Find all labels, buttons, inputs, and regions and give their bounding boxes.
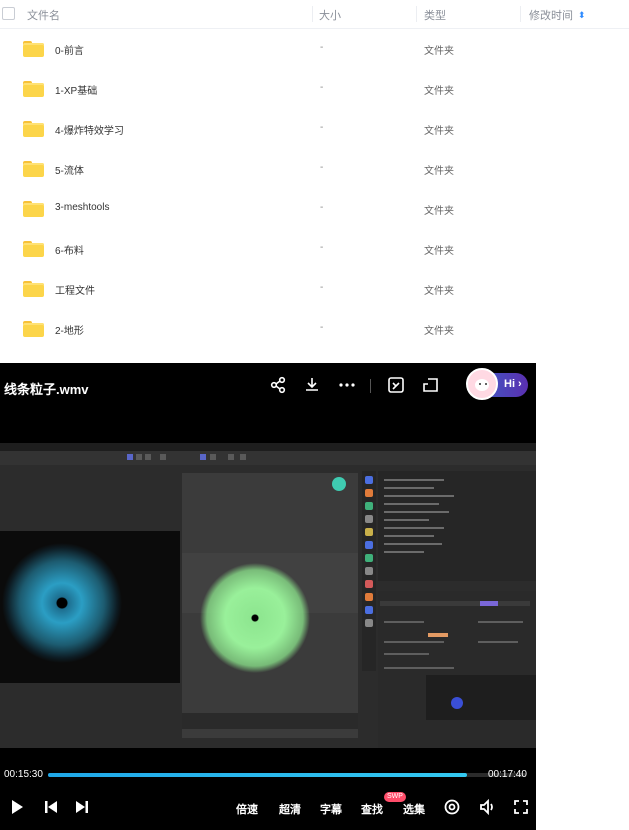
folder-icon — [23, 281, 44, 297]
file-list: 文件名 大小 类型 修改时间 ⬍ 0-前言 - 文件夹 1-XP基础 - 文件夹 … — [0, 0, 629, 360]
more-icon[interactable] — [337, 375, 357, 395]
folder-icon — [23, 121, 44, 137]
screenshot-icon[interactable] — [386, 375, 406, 395]
particle-burst-blue — [2, 543, 122, 663]
column-divider — [312, 6, 313, 22]
total-time: 00:17:40 — [488, 769, 527, 780]
folder-icon — [23, 241, 44, 257]
file-type: 文件夹 — [424, 86, 454, 97]
pip-icon[interactable] — [421, 375, 441, 395]
file-name[interactable]: 1-XP基础 — [55, 82, 97, 97]
app-menubar — [0, 443, 536, 451]
particle-burst-green — [200, 563, 310, 673]
file-row[interactable]: 4-爆炸特效学习 - 文件夹 — [0, 109, 629, 149]
file-type: 文件夹 — [424, 286, 454, 297]
column-modified[interactable]: 修改时间 ⬍ — [529, 7, 586, 23]
folder-icon — [23, 161, 44, 177]
file-row[interactable]: 6-布料 - 文件夹 — [0, 229, 629, 269]
share-icon[interactable] — [268, 375, 288, 395]
video-frame[interactable] — [0, 443, 536, 748]
download-icon[interactable] — [302, 375, 322, 395]
column-divider — [416, 6, 417, 22]
play-icon[interactable] — [8, 798, 26, 816]
file-name[interactable]: 5-流体 — [55, 162, 84, 177]
column-type[interactable]: 类型 — [424, 7, 446, 23]
file-row[interactable]: 1-XP基础 - 文件夹 — [0, 69, 629, 109]
file-size: - — [320, 242, 324, 253]
file-list-header: 文件名 大小 类型 修改时间 ⬍ — [0, 0, 629, 29]
attribute-manager — [378, 591, 536, 748]
file-size: - — [320, 282, 324, 293]
next-icon[interactable] — [73, 798, 91, 816]
file-name[interactable]: 0-前言 — [55, 42, 84, 57]
subtitle-button[interactable]: 字幕 — [320, 801, 342, 817]
file-type: 文件夹 — [424, 326, 454, 337]
file-name[interactable]: 6-布料 — [55, 242, 84, 257]
toolbar-divider — [370, 379, 371, 393]
fullscreen-icon[interactable] — [512, 798, 530, 816]
file-name[interactable]: 2-地形 — [55, 322, 84, 337]
quality-button[interactable]: 超清 — [279, 801, 301, 817]
progress-fill — [48, 773, 468, 777]
previous-icon[interactable] — [42, 798, 60, 816]
folder-icon — [23, 81, 44, 97]
app-toolbar — [0, 451, 536, 465]
object-manager — [378, 471, 536, 581]
file-row[interactable]: 3-meshtools - 文件夹 — [0, 189, 629, 229]
column-divider — [520, 6, 521, 22]
file-type: 文件夹 — [424, 246, 454, 257]
file-name[interactable]: 工程文件 — [55, 282, 95, 297]
file-size: - — [320, 122, 324, 133]
file-size: - — [320, 162, 324, 173]
app-side-icons — [362, 471, 376, 671]
file-type: 文件夹 — [424, 46, 454, 57]
sort-icon[interactable]: ⬍ — [578, 10, 586, 21]
progress-bar[interactable] — [48, 773, 526, 777]
file-name[interactable]: 4-爆炸特效学习 — [55, 122, 124, 137]
hi-label: Hi › — [504, 378, 522, 390]
folder-icon — [23, 321, 44, 337]
video-player: 线条粒子.wmv Hi › 00:15:30 00:17:40 倍速 超清 字幕… — [0, 363, 536, 830]
select-all-checkbox[interactable] — [2, 7, 15, 20]
file-row[interactable]: 工程文件 - 文件夹 — [0, 269, 629, 309]
folder-icon — [23, 201, 44, 217]
column-size[interactable]: 大小 — [319, 7, 341, 23]
file-row[interactable]: 2-地形 - 文件夹 — [0, 309, 629, 349]
file-type: 文件夹 — [424, 206, 454, 217]
folder-icon — [23, 41, 44, 57]
file-name[interactable]: 3-meshtools — [55, 202, 109, 213]
episodes-button[interactable]: 选集 — [403, 801, 425, 817]
search-button[interactable]: 查找 — [361, 801, 383, 817]
file-size: - — [320, 322, 324, 333]
volume-icon[interactable] — [478, 798, 496, 816]
file-row[interactable]: 0-前言 - 文件夹 — [0, 29, 629, 69]
app-timeline — [182, 713, 358, 729]
column-name[interactable]: 文件名 — [27, 7, 60, 23]
lock-focus-icon[interactable] — [443, 798, 461, 816]
file-type: 文件夹 — [424, 126, 454, 137]
file-size: - — [320, 202, 324, 213]
teal-sphere — [332, 477, 346, 491]
file-size: - — [320, 82, 324, 93]
file-type: 文件夹 — [424, 166, 454, 177]
assistant-avatar[interactable] — [466, 368, 498, 400]
speed-button[interactable]: 倍速 — [236, 801, 258, 817]
current-time: 00:15:30 — [4, 769, 43, 780]
file-size: - — [320, 42, 324, 53]
video-title: 线条粒子.wmv — [4, 382, 89, 397]
file-row[interactable]: 5-流体 - 文件夹 — [0, 149, 629, 189]
dropdown-popup — [426, 675, 536, 720]
